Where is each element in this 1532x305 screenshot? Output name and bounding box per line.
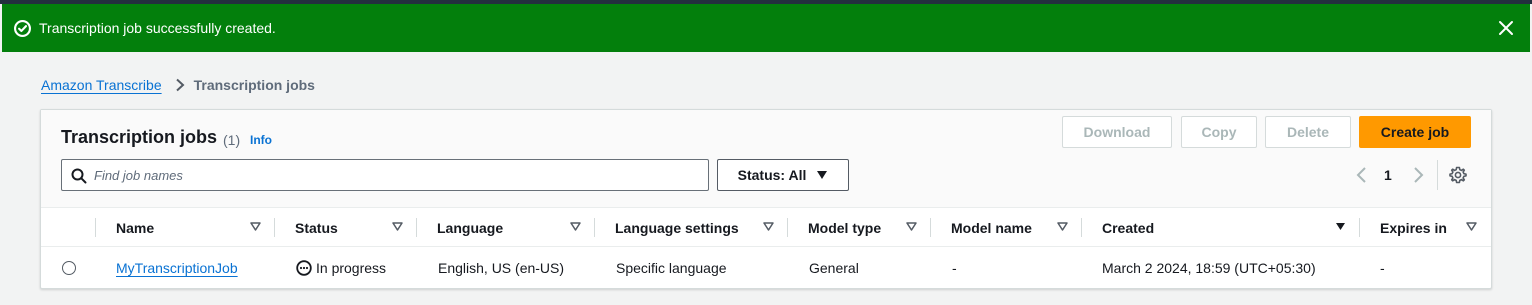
job-count: (1) bbox=[223, 132, 241, 148]
column-header-expires-in[interactable]: Expires in bbox=[1360, 208, 1492, 247]
sort-caret-icon bbox=[1466, 222, 1477, 231]
column-header-language-settings[interactable]: Language settings bbox=[595, 208, 787, 247]
in-progress-icon bbox=[296, 260, 312, 276]
check-circle-icon bbox=[14, 20, 31, 37]
table-header-row: Name Status Language Language settings M… bbox=[41, 208, 1491, 247]
sort-descending-icon bbox=[1336, 223, 1345, 230]
delete-button[interactable]: Delete bbox=[1265, 116, 1351, 148]
search-icon bbox=[71, 168, 87, 184]
job-status-text: In progress bbox=[316, 260, 387, 276]
info-link[interactable]: Info bbox=[250, 133, 272, 147]
job-model-name: - bbox=[952, 260, 957, 276]
sort-caret-icon bbox=[763, 222, 774, 231]
page-title: Transcription jobs bbox=[61, 127, 218, 147]
job-created: March 2 2024, 18:59 (UTC+05:30) bbox=[1102, 260, 1316, 276]
sort-caret-icon bbox=[906, 222, 917, 231]
breadcrumb: Amazon Transcribe Transcription jobs bbox=[41, 76, 315, 94]
column-header-name[interactable]: Name bbox=[96, 208, 274, 247]
copy-button[interactable]: Copy bbox=[1181, 116, 1257, 148]
job-expires-in: - bbox=[1380, 260, 1385, 276]
search-field bbox=[61, 159, 709, 191]
breadcrumb-transcription-jobs: Transcription jobs bbox=[193, 77, 315, 93]
column-header-model-name[interactable]: Model name bbox=[931, 208, 1081, 247]
sort-caret-icon bbox=[392, 222, 403, 231]
column-header-label: Model name bbox=[951, 219, 1032, 236]
column-header-label: Name bbox=[116, 219, 155, 236]
status-filter-select[interactable]: Status: All bbox=[717, 159, 849, 191]
column-header-status[interactable]: Status bbox=[275, 208, 416, 247]
job-name-link[interactable]: MyTranscriptionJob bbox=[116, 260, 238, 276]
job-language-settings: Specific language bbox=[616, 260, 727, 276]
caret-down-icon bbox=[817, 171, 828, 179]
row-select-radio[interactable] bbox=[62, 261, 76, 275]
sort-caret-icon bbox=[1057, 222, 1068, 231]
previous-page-icon[interactable] bbox=[1355, 166, 1369, 184]
chevron-right-icon bbox=[175, 78, 185, 92]
sort-caret-icon bbox=[570, 222, 581, 231]
table-row[interactable]: MyTranscriptionJob In progress English, … bbox=[41, 248, 1491, 288]
pagination-divider bbox=[1437, 160, 1438, 190]
column-header-created[interactable]: Created bbox=[1082, 208, 1359, 247]
column-header-label: Status bbox=[295, 219, 338, 236]
create-job-button[interactable]: Create job bbox=[1359, 116, 1471, 148]
column-header-label: Language bbox=[437, 219, 504, 236]
column-header-label: Language settings bbox=[615, 219, 739, 236]
sort-caret-icon bbox=[250, 222, 261, 231]
column-header-label: Expires in bbox=[1380, 219, 1447, 236]
transcription-jobs-table-container: Transcription jobs (1) Info Download Cop… bbox=[40, 109, 1492, 289]
column-header-label: Created bbox=[1102, 219, 1155, 236]
status-filter-label: Status: All bbox=[737, 167, 807, 183]
column-header-model-type[interactable]: Model type bbox=[788, 208, 930, 247]
job-model-type: General bbox=[809, 260, 859, 276]
search-input[interactable] bbox=[94, 160, 694, 190]
success-flashbar: Transcription job successfully created. bbox=[2, 4, 1530, 52]
job-language: English, US (en-US) bbox=[438, 260, 565, 276]
current-page-number[interactable]: 1 bbox=[1384, 167, 1392, 183]
flash-message: Transcription job successfully created. bbox=[39, 20, 276, 36]
breadcrumb-amazon-transcribe[interactable]: Amazon Transcribe bbox=[41, 77, 162, 93]
download-button[interactable]: Download bbox=[1062, 116, 1172, 148]
next-page-icon[interactable] bbox=[1411, 166, 1425, 184]
close-icon[interactable] bbox=[1498, 20, 1514, 36]
column-header-label: Model type bbox=[808, 219, 882, 236]
gear-icon[interactable] bbox=[1449, 166, 1467, 184]
job-status: In progress bbox=[296, 260, 386, 276]
column-header-language[interactable]: Language bbox=[417, 208, 594, 247]
